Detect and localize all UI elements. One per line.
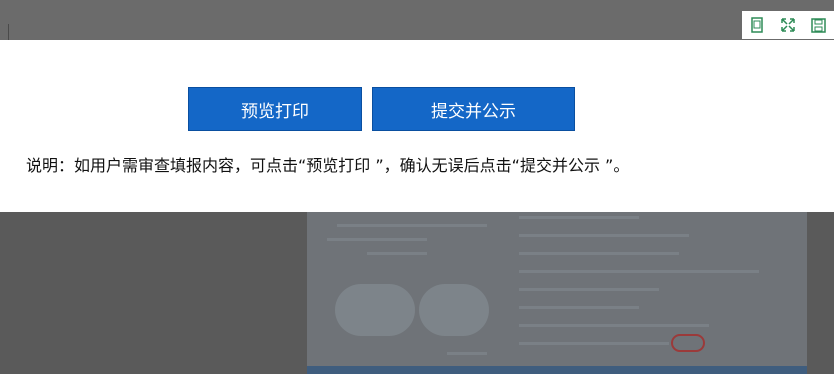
background-map-image	[307, 212, 807, 374]
restore-window-icon[interactable]	[748, 16, 766, 34]
submit-dialog: 预览打印 提交并公示 说明：如用户需审查填报内容，可点击“预览打印 ”，确认无误…	[0, 40, 834, 212]
preview-print-button[interactable]: 预览打印	[188, 87, 362, 131]
fullscreen-icon[interactable]	[779, 16, 797, 34]
background-edge	[0, 24, 9, 40]
submit-publish-button[interactable]: 提交并公示	[372, 87, 575, 131]
background-header	[0, 0, 834, 40]
window-toolbar	[742, 11, 834, 39]
instruction-text: 说明：如用户需审查填报内容，可点击“预览打印 ”，确认无误后点击“提交并公示 ”…	[26, 156, 630, 175]
save-icon[interactable]	[810, 16, 828, 34]
